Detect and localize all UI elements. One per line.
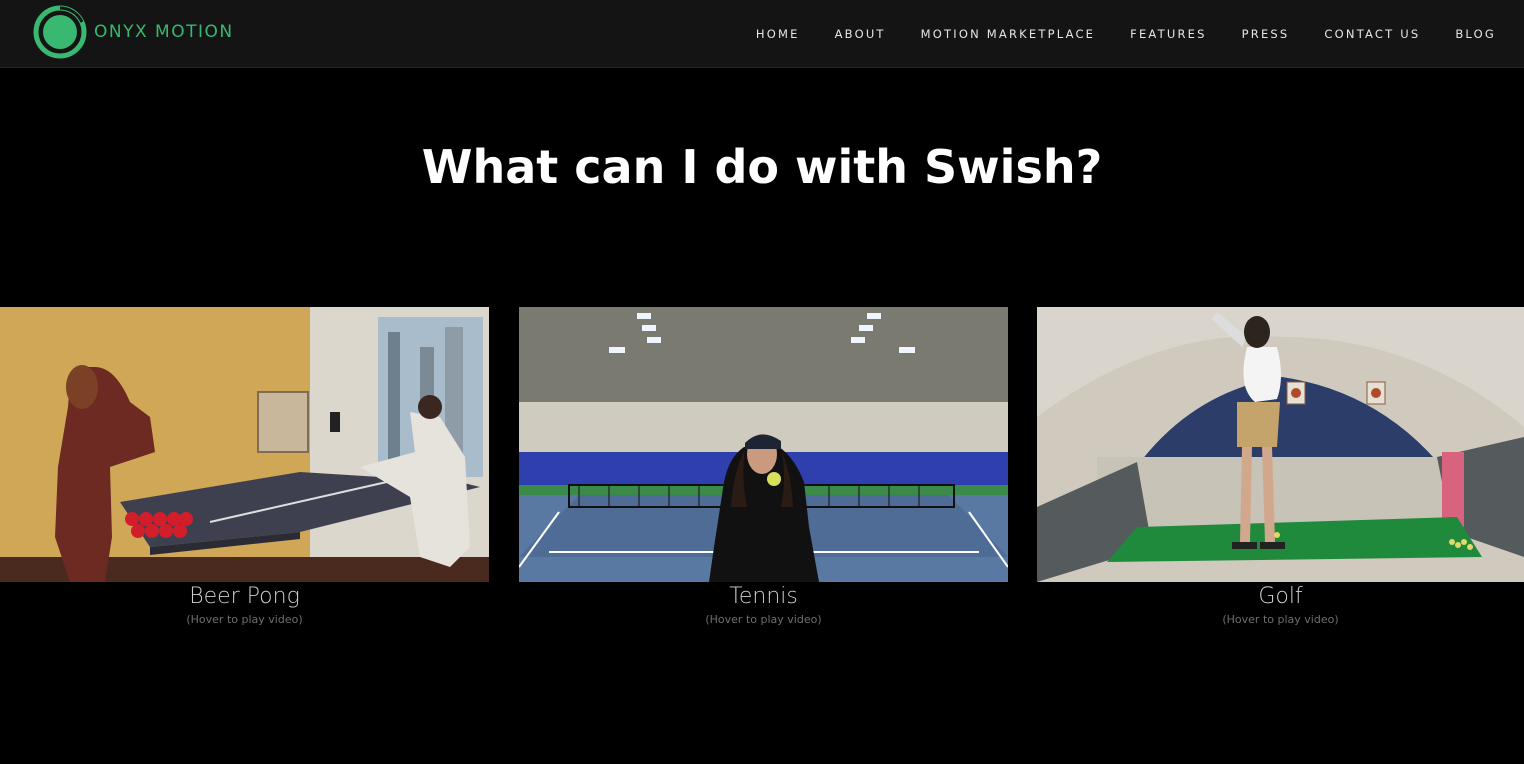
nav-motion-marketplace[interactable]: MOTION MARKETPLACE: [921, 27, 1095, 41]
video-card-golf: Golf (Hover to play video): [1037, 307, 1524, 626]
card-title: Beer Pong: [189, 584, 300, 609]
card-title: Tennis: [729, 584, 798, 609]
logo-link[interactable]: ONYX MOTION: [33, 5, 234, 59]
nav-blog[interactable]: BLOG: [1455, 27, 1496, 41]
page-heading: What can I do with Swish?: [421, 140, 1103, 194]
card-hint: (Hover to play video): [186, 613, 303, 626]
brand-name: ONYX MOTION: [94, 22, 234, 42]
video-card-beer-pong: Beer Pong (Hover to play video): [0, 307, 489, 626]
onyx-logo-icon: [33, 5, 87, 59]
nav-contact-us[interactable]: CONTACT US: [1324, 27, 1420, 41]
tennis-video-thumbnail[interactable]: [519, 307, 1008, 582]
nav-features[interactable]: FEATURES: [1130, 27, 1206, 41]
card-title: Golf: [1258, 584, 1303, 609]
card-hint: (Hover to play video): [1222, 613, 1339, 626]
main-nav: HOME ABOUT MOTION MARKETPLACE FEATURES P…: [756, 0, 1496, 67]
nav-home[interactable]: HOME: [756, 27, 800, 41]
golf-video-thumbnail[interactable]: [1037, 307, 1524, 582]
card-hint: (Hover to play video): [705, 613, 822, 626]
top-navbar: ONYX MOTION HOME ABOUT MOTION MARKETPLAC…: [0, 0, 1524, 68]
nav-about[interactable]: ABOUT: [835, 27, 886, 41]
video-card-tennis: Tennis (Hover to play video): [519, 307, 1008, 626]
nav-press[interactable]: PRESS: [1242, 27, 1290, 41]
beer-pong-video-thumbnail[interactable]: [0, 307, 489, 582]
